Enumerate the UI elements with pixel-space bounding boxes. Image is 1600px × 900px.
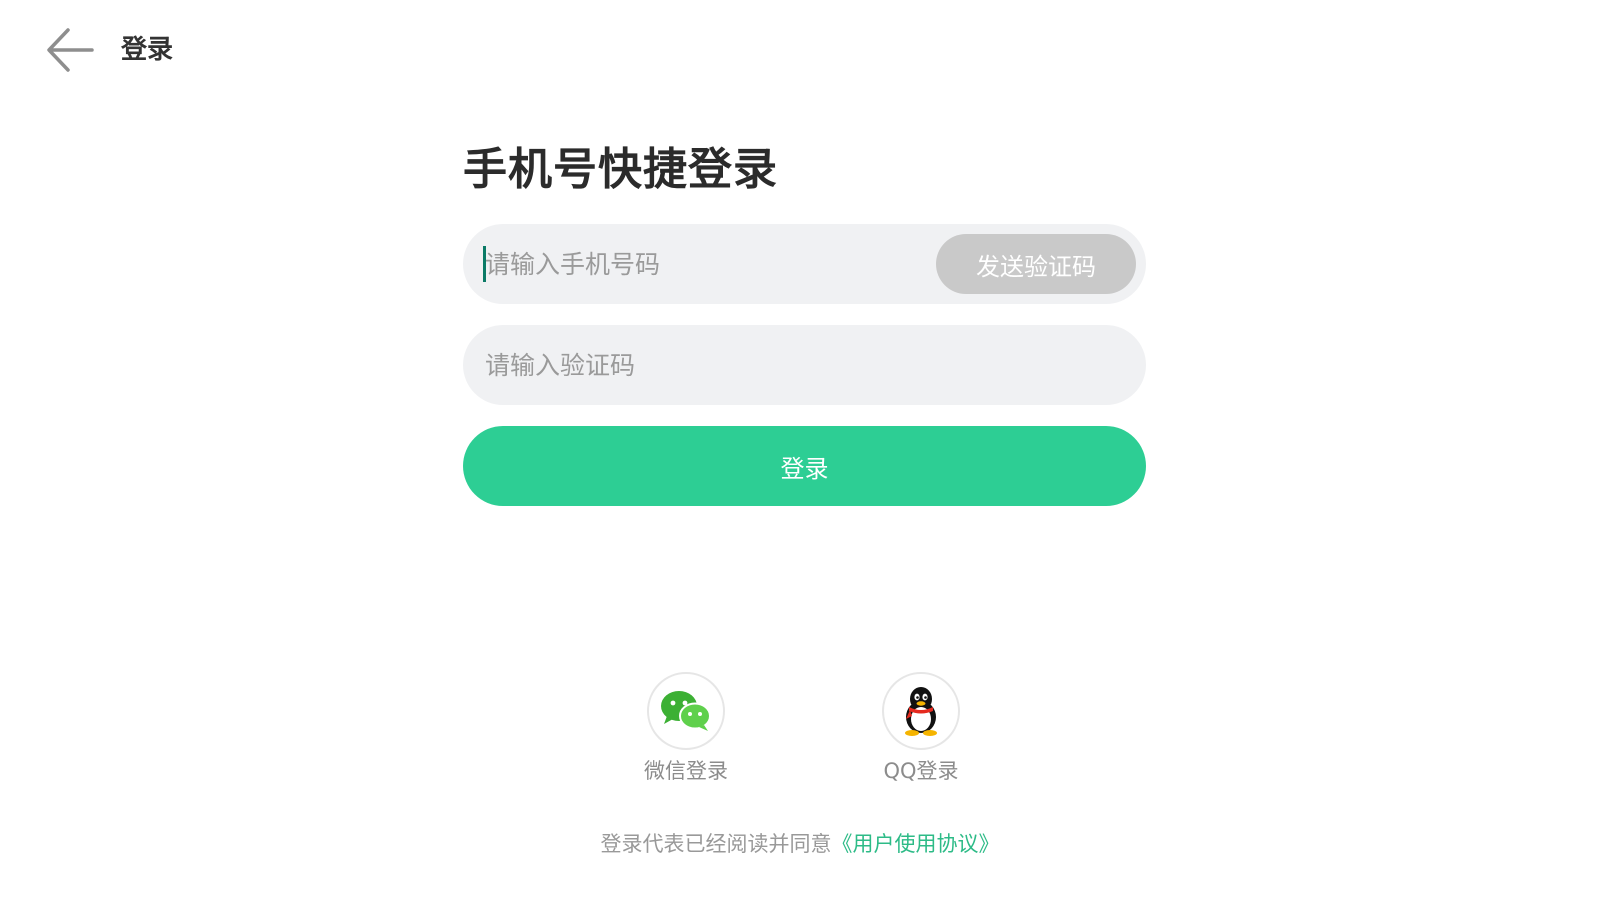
qq-icon-circle bbox=[882, 672, 960, 750]
verification-code-input[interactable] bbox=[485, 325, 1125, 405]
page-title: 手机号快捷登录 bbox=[463, 144, 778, 195]
wechat-login-label: 微信登录 bbox=[644, 759, 728, 783]
agreement-prefix: 登录代表已经阅读并同意 bbox=[600, 832, 832, 856]
qq-login-button[interactable]: QQ登录 bbox=[861, 672, 981, 786]
qq-penguin-icon bbox=[905, 687, 937, 736]
arrow-left-icon bbox=[47, 28, 94, 72]
back-button[interactable] bbox=[38, 20, 102, 80]
agreement-text: 登录代表已经阅读并同意《用户使用协议》 bbox=[0, 829, 1600, 859]
wechat-login-button[interactable]: 微信登录 bbox=[626, 672, 746, 786]
login-button[interactable]: 登录 bbox=[463, 426, 1146, 506]
wechat-icon bbox=[661, 691, 711, 731]
login-page: 登录 手机号快捷登录 发送验证码 登录 微信登录 bbox=[0, 0, 1600, 900]
wechat-icon-circle bbox=[647, 672, 725, 750]
qq-login-label: QQ登录 bbox=[883, 759, 959, 783]
send-code-button[interactable]: 发送验证码 bbox=[936, 234, 1136, 294]
phone-input-row: 发送验证码 bbox=[463, 224, 1146, 304]
code-input-row bbox=[463, 325, 1146, 405]
phone-input[interactable] bbox=[485, 224, 925, 304]
user-agreement-link[interactable]: 《用户使用协议》 bbox=[832, 832, 1000, 856]
header-title: 登录 bbox=[121, 35, 174, 65]
